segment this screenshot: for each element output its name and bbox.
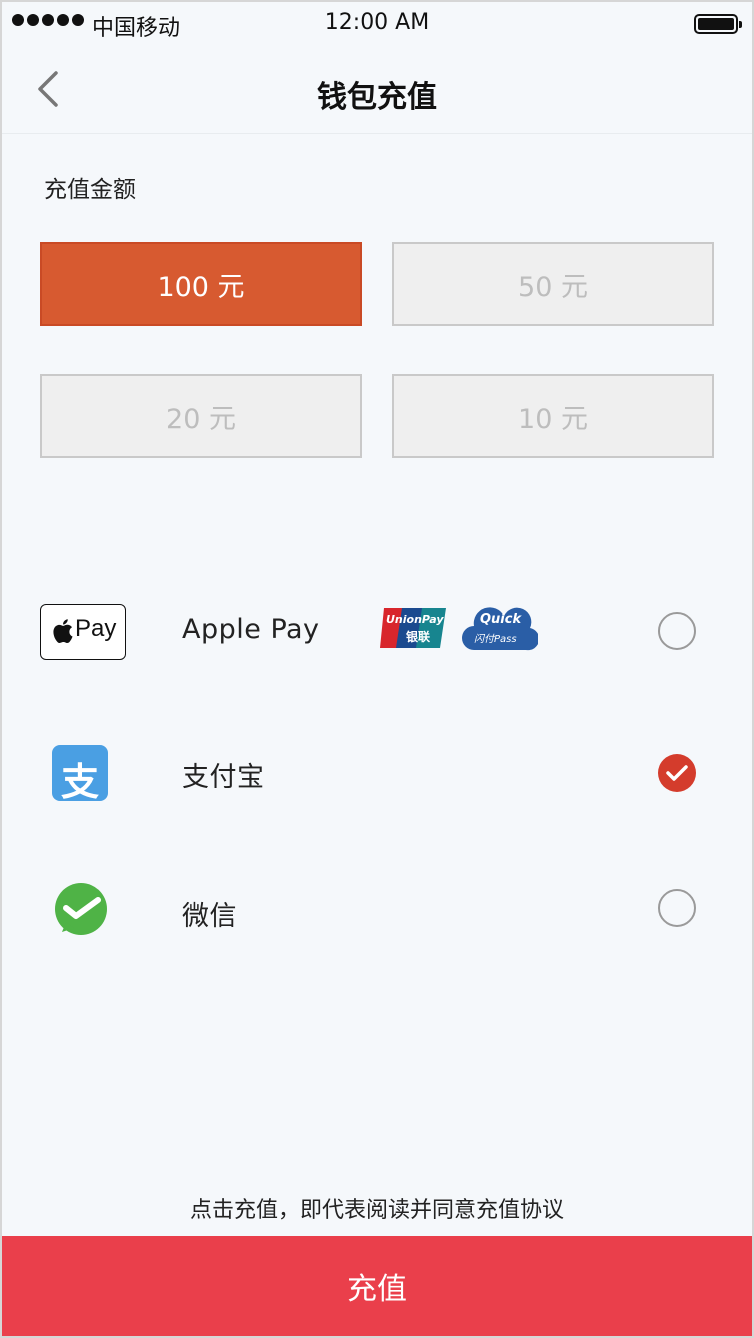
payment-option-wechat[interactable]: 微信: [2, 864, 752, 954]
quickpass-icon: Quick 闪付Pass: [460, 602, 540, 654]
unionpay-icon: UnionPay 银联: [378, 604, 450, 652]
agreement-prefix: 点击充值，即代表阅读并同意: [189, 1198, 476, 1223]
navigation-bar: 钱包充值: [2, 46, 752, 134]
status-time: 12:00 AM: [324, 10, 430, 35]
page-title: 钱包充值: [317, 80, 437, 115]
amount-option-20[interactable]: 20 元: [40, 374, 362, 458]
apple-logo-icon: [53, 619, 73, 643]
agreement-link[interactable]: 充值协议: [476, 1198, 564, 1223]
amount-option-100[interactable]: 100 元: [40, 242, 362, 326]
quickpass-text: Quick: [480, 612, 522, 627]
quickpass-subtext: 闪付Pass: [474, 634, 517, 645]
unionpay-text: UnionPay: [386, 613, 444, 626]
check-icon: [666, 765, 688, 781]
battery-icon: [694, 14, 742, 34]
agreement-text: 点击充值，即代表阅读并同意充值协议: [2, 1192, 752, 1224]
unionpay-text-cn: 银联: [406, 630, 431, 644]
payment-option-apple-pay[interactable]: Pay Apple Pay UnionPay 银联 Quick 闪付Pass: [2, 586, 752, 676]
radio-wechat[interactable]: [658, 889, 696, 927]
payment-label-wechat: 微信: [182, 901, 237, 932]
apple-pay-icon: Pay: [40, 604, 126, 660]
apple-pay-icon-text: Pay: [75, 615, 117, 642]
alipay-icon: 支: [52, 745, 108, 804]
amount-section-label: 充值金额: [44, 177, 136, 203]
amount-option-50[interactable]: 50 元: [392, 242, 714, 326]
radio-apple-pay[interactable]: [658, 612, 696, 650]
alipay-icon-glyph: 支: [60, 760, 99, 804]
payment-label-alipay: 支付宝: [182, 762, 265, 793]
wechat-pay-icon: [52, 882, 110, 940]
radio-alipay[interactable]: [658, 754, 696, 792]
payment-option-alipay[interactable]: 支 支付宝: [2, 727, 752, 817]
payment-label-apple-pay: Apple Pay: [182, 614, 320, 645]
amount-option-10[interactable]: 10 元: [392, 374, 714, 458]
status-bar: 中国移动 12:00 AM: [2, 2, 752, 46]
recharge-submit-button[interactable]: 充值: [2, 1236, 752, 1336]
app-screen: 中国移动 12:00 AM 钱包充值 充值金额 100 元 50 元 20 元 …: [0, 0, 754, 1338]
